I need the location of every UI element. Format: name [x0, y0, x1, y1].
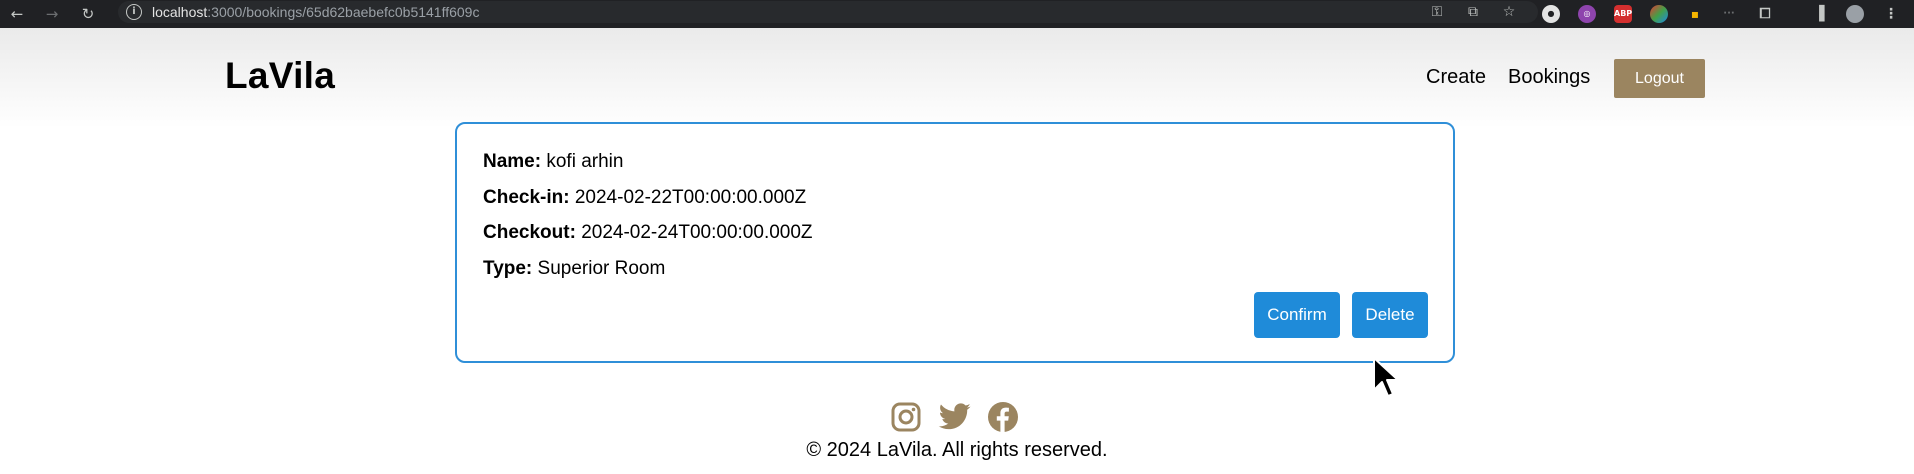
delete-button[interactable]: Delete [1352, 292, 1428, 338]
type-value: Superior Room [537, 258, 666, 279]
extension-more-icon[interactable]: ··· [1720, 5, 1738, 23]
type-label: Type: [483, 258, 533, 279]
logout-button[interactable]: Logout [1614, 59, 1705, 98]
extensions-puzzle-icon[interactable]: ⧠ [1756, 5, 1774, 23]
booking-card: Name: kofi arhin Check-in: 2024-02-22T00… [455, 122, 1455, 363]
install-app-icon[interactable]: ⧉ [1464, 3, 1482, 21]
checkin-label: Check-in: [483, 187, 570, 208]
profile-avatar-icon[interactable] [1846, 5, 1864, 23]
browser-toolbar: ← → ↻ i localhost:3000/bookings/65d62bae… [0, 0, 1914, 28]
confirm-button[interactable]: Confirm [1254, 292, 1340, 338]
address-bar[interactable]: i localhost:3000/bookings/65d62baebefc0b… [118, 1, 1538, 23]
booking-checkout-row: Checkout: 2024-02-24T00:00:00.000Z [483, 222, 813, 244]
side-panel-icon[interactable]: ▐ [1810, 5, 1828, 23]
facebook-icon[interactable] [986, 400, 1020, 434]
bookmark-star-icon[interactable]: ☆ [1500, 3, 1518, 21]
mouse-cursor-icon [1372, 356, 1400, 405]
extension-icon[interactable]: ● [1542, 5, 1560, 23]
browser-menu-icon[interactable]: ⋮ [1882, 5, 1900, 23]
reload-icon[interactable]: ↻ [77, 3, 99, 25]
name-value: kofi arhin [546, 151, 624, 172]
checkout-value: 2024-02-24T00:00:00.000Z [581, 222, 813, 243]
site-info-icon[interactable]: i [126, 4, 142, 20]
url-text[interactable]: localhost:3000/bookings/65d62baebefc0b51… [152, 4, 479, 20]
checkout-label: Checkout: [483, 222, 576, 243]
checkin-value: 2024-02-22T00:00:00.000Z [574, 187, 807, 208]
extension-compass-icon[interactable]: ◎ [1578, 5, 1596, 23]
booking-type-row: Type: Superior Room [483, 258, 665, 280]
adblock-icon[interactable]: ABP [1614, 5, 1632, 23]
booking-name-row: Name: kofi arhin [483, 151, 623, 173]
back-arrow-icon[interactable]: ← [6, 3, 28, 25]
forward-arrow-icon[interactable]: → [41, 3, 63, 25]
password-key-icon[interactable]: ⚿ [1428, 3, 1446, 21]
name-label: Name: [483, 151, 542, 172]
nav-create-link[interactable]: Create [1426, 66, 1486, 89]
instagram-icon[interactable] [889, 400, 923, 434]
site-logo[interactable]: LaVila [225, 55, 335, 97]
booking-checkin-row: Check-in: 2024-02-22T00:00:00.000Z [483, 187, 806, 209]
extension-note-icon[interactable]: ▪ [1686, 5, 1704, 23]
twitter-icon[interactable] [938, 400, 972, 434]
nav-bookings-link[interactable]: Bookings [1508, 66, 1590, 89]
extension-color-icon[interactable] [1650, 5, 1668, 23]
footer-copyright: © 2024 LaVila. All rights reserved. [806, 439, 1108, 461]
site-header: LaVila Create Bookings Logout [0, 28, 1914, 128]
